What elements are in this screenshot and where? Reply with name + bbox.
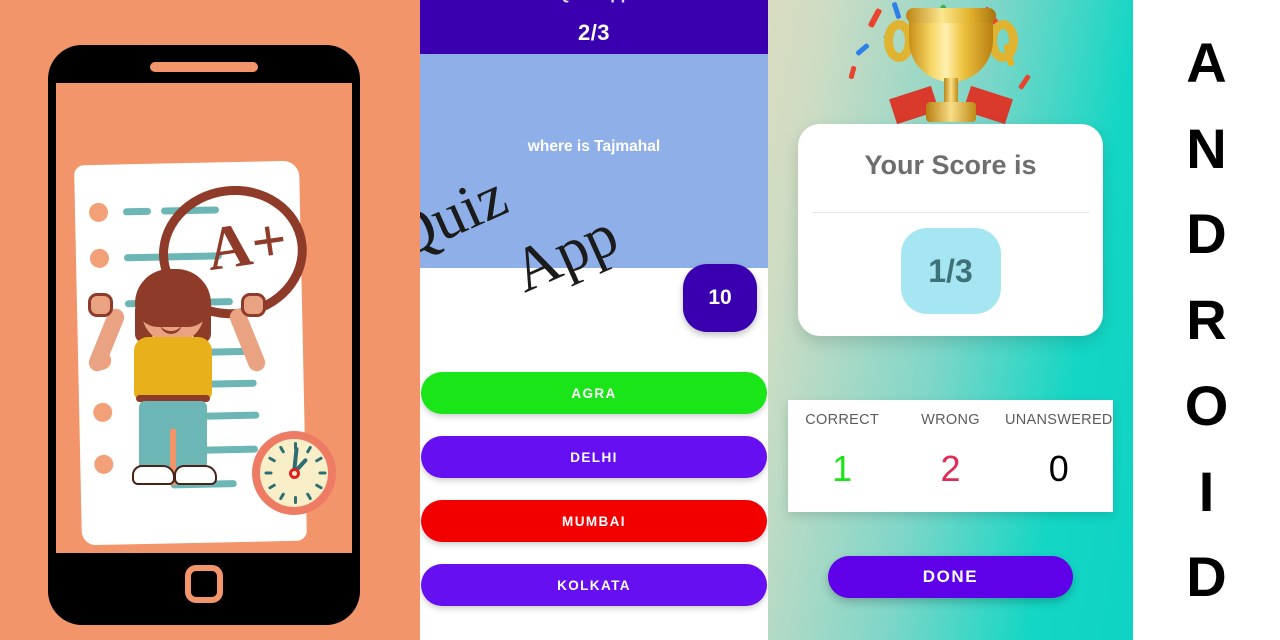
clock-hub xyxy=(289,468,300,479)
score-card: Your Score is 1/3 xyxy=(798,124,1103,336)
trophy-icon xyxy=(876,0,1026,125)
android-letter: I xyxy=(1198,459,1215,523)
paper-rule xyxy=(122,207,152,216)
clock-tick xyxy=(267,483,277,490)
score-value-chip: 1/3 xyxy=(900,228,1001,314)
android-letter: A xyxy=(1186,31,1227,95)
clock-tick xyxy=(305,492,313,501)
stat-correct-label: CORRECT xyxy=(805,412,880,428)
paper-hole xyxy=(88,202,109,223)
student-shoe xyxy=(132,465,175,485)
alarm-clock-icon xyxy=(252,431,336,515)
stats-header-row: CORRECT 1 WRONG 2 UNANSWERED 0 xyxy=(788,400,1113,490)
answer-option-kolkata[interactable]: KOLKATA xyxy=(421,564,767,606)
clock-tick xyxy=(318,471,327,475)
score-divider xyxy=(812,212,1089,213)
score-title: Your Score is xyxy=(864,150,1037,180)
stat-wrong-label: WRONG xyxy=(921,412,980,428)
android-letter: N xyxy=(1186,116,1227,180)
clock-tick xyxy=(278,445,286,454)
celebrating-student-icon xyxy=(86,249,268,485)
appbar-title: Quiz App xyxy=(420,0,768,4)
student-fist-right xyxy=(241,293,266,317)
phone-speaker xyxy=(150,62,258,72)
phone-home-button[interactable] xyxy=(185,565,223,603)
stat-wrong-value: 2 xyxy=(940,448,961,489)
clock-tick xyxy=(314,483,324,490)
phone-mockup: A+ xyxy=(48,45,360,625)
student-hair xyxy=(135,269,211,327)
answer-option-delhi[interactable]: DELHI xyxy=(421,436,767,478)
trophy-rim xyxy=(905,8,996,23)
android-letter: D xyxy=(1186,545,1227,609)
clock-tick xyxy=(267,456,277,463)
android-label-panel: A N D R O I D xyxy=(1133,0,1280,640)
question-progress: 2/3 xyxy=(577,20,611,45)
timer-badge: 10 xyxy=(683,264,757,332)
stat-correct: CORRECT 1 xyxy=(788,400,896,490)
phone-screen: A+ xyxy=(56,83,352,553)
android-letter: R xyxy=(1186,288,1227,352)
screenshot-stage: A+ 2/3 where is Tajmahal Quiz App 10 AGR… xyxy=(0,0,1280,640)
done-button[interactable]: DONE xyxy=(828,556,1073,598)
android-letter: D xyxy=(1186,202,1227,266)
answer-option-mumbai[interactable]: MUMBAI xyxy=(421,500,767,542)
stats-card: CORRECT 1 WRONG 2 UNANSWERED 0 xyxy=(788,400,1113,512)
trophy-base xyxy=(925,102,976,122)
clock-tick xyxy=(294,496,297,504)
question-box: where is Tajmahal xyxy=(420,54,768,268)
stat-correct-value: 1 xyxy=(832,448,853,489)
clock-tick xyxy=(264,471,273,475)
stat-unanswered-label: UNANSWERED xyxy=(1004,412,1113,428)
clock-tick xyxy=(305,445,313,454)
android-letter: O xyxy=(1184,373,1229,437)
quiz-screen-panel: Quiz App 2/3 where is Tajmahal Quiz App … xyxy=(420,0,768,640)
student-fist-left xyxy=(88,293,113,317)
confetti-piece xyxy=(855,42,870,57)
stat-unanswered-value: 0 xyxy=(1048,448,1069,489)
student-shoe xyxy=(174,465,217,485)
answer-options-list: AGRA DELHI MUMBAI KOLKATA xyxy=(420,372,768,628)
confetti-piece xyxy=(848,65,857,80)
trophy-cup xyxy=(908,14,993,82)
stat-wrong: WRONG 2 xyxy=(896,400,1004,490)
stat-unanswered: UNANSWERED 0 xyxy=(1005,400,1113,490)
quiz-appbar: Quiz App 2/3 xyxy=(420,0,768,54)
result-screen-panel: Your Score is 1/3 CORRECT 1 WRONG 2 UNAN… xyxy=(768,0,1133,640)
student-shirt xyxy=(134,337,212,399)
clock-tick xyxy=(314,456,324,463)
clock-tick xyxy=(278,492,286,501)
answer-option-agra[interactable]: AGRA xyxy=(421,372,767,414)
illustration-panel: A+ xyxy=(0,0,420,640)
question-text: where is Tajmahal xyxy=(527,138,661,155)
